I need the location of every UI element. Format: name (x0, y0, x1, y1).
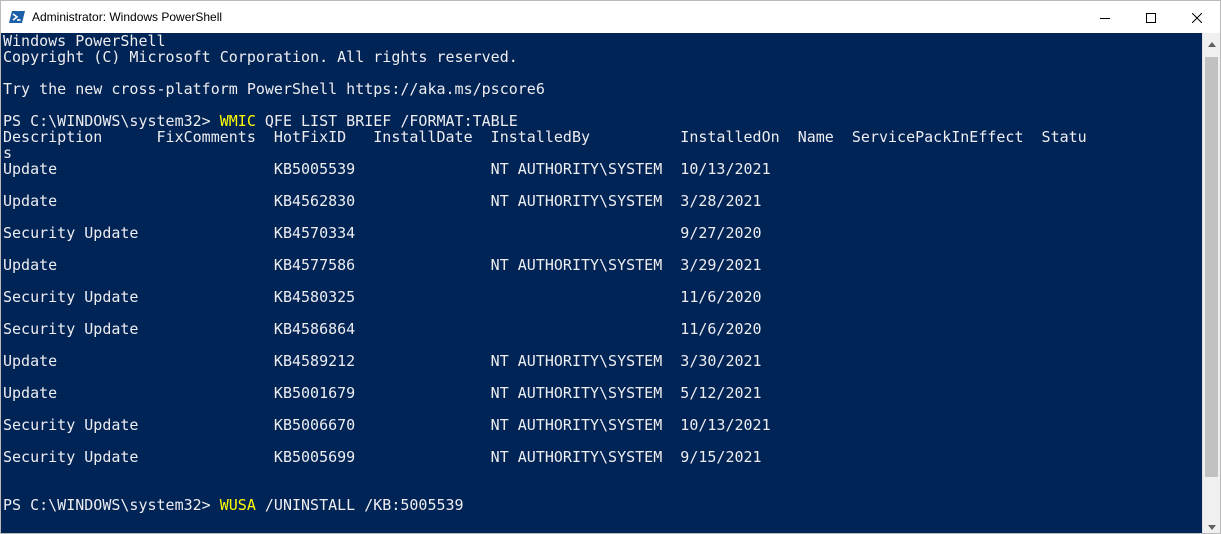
console-line: Try the new cross-platform PowerShell ht… (3, 80, 545, 98)
powershell-icon (9, 9, 25, 25)
console-line: Windows PowerShell (3, 33, 166, 50)
maximize-icon (1146, 8, 1156, 27)
table-row: Update KB4562830 NT AUTHORITY\SYSTEM 3/2… (3, 192, 762, 210)
table-row: Security Update KB4580325 11/6/2020 (3, 288, 762, 306)
caption-buttons (1082, 1, 1220, 33)
powershell-window: Administrator: Windows PowerShell Window… (0, 0, 1221, 534)
table-header-wrap: s (3, 144, 13, 162)
table-header: Description FixComments HotFixID Install… (3, 128, 1087, 146)
table-row: Security Update KB5005699 NT AUTHORITY\S… (3, 448, 762, 466)
chevron-up-icon (1207, 32, 1216, 51)
minimize-icon (1100, 8, 1110, 27)
scrollbar-thumb[interactable] (1205, 57, 1218, 477)
close-button[interactable] (1174, 1, 1220, 33)
vertical-scrollbar[interactable] (1202, 33, 1220, 533)
minimize-button[interactable] (1082, 1, 1128, 33)
close-icon (1191, 8, 1203, 27)
title-bar[interactable]: Administrator: Windows PowerShell (1, 1, 1220, 33)
chevron-down-icon (1207, 515, 1216, 534)
window-title: Administrator: Windows PowerShell (32, 10, 223, 24)
command-name: WUSA (219, 496, 256, 514)
scroll-down-button[interactable] (1203, 516, 1220, 533)
prompt: PS C:\WINDOWS\system32> (3, 496, 220, 514)
command-line-1: PS C:\WINDOWS\system32> WMIC QFE LIST BR… (3, 113, 518, 129)
table-row: Security Update KB4586864 11/6/2020 (3, 320, 762, 338)
table-row: Update KB4577586 NT AUTHORITY\SYSTEM 3/2… (3, 256, 762, 274)
table-row: Update KB5001679 NT AUTHORITY\SYSTEM 5/1… (3, 384, 762, 402)
command-args: /UNINSTALL /KB:5005539 (255, 496, 464, 514)
console-line: Copyright (C) Microsoft Corporation. All… (3, 48, 518, 66)
table-row: Update KB4589212 NT AUTHORITY\SYSTEM 3/3… (3, 352, 762, 370)
console-output[interactable]: Windows PowerShell Copyright (C) Microso… (1, 33, 1202, 533)
table-row: Security Update KB5006670 NT AUTHORITY\S… (3, 416, 771, 434)
table-row: Security Update KB4570334 9/27/2020 (3, 224, 762, 242)
scroll-up-button[interactable] (1203, 33, 1220, 50)
maximize-button[interactable] (1128, 1, 1174, 33)
table-row: Update KB5005539 NT AUTHORITY\SYSTEM 10/… (3, 160, 771, 178)
command-line-2: PS C:\WINDOWS\system32> WUSA /UNINSTALL … (3, 497, 464, 513)
